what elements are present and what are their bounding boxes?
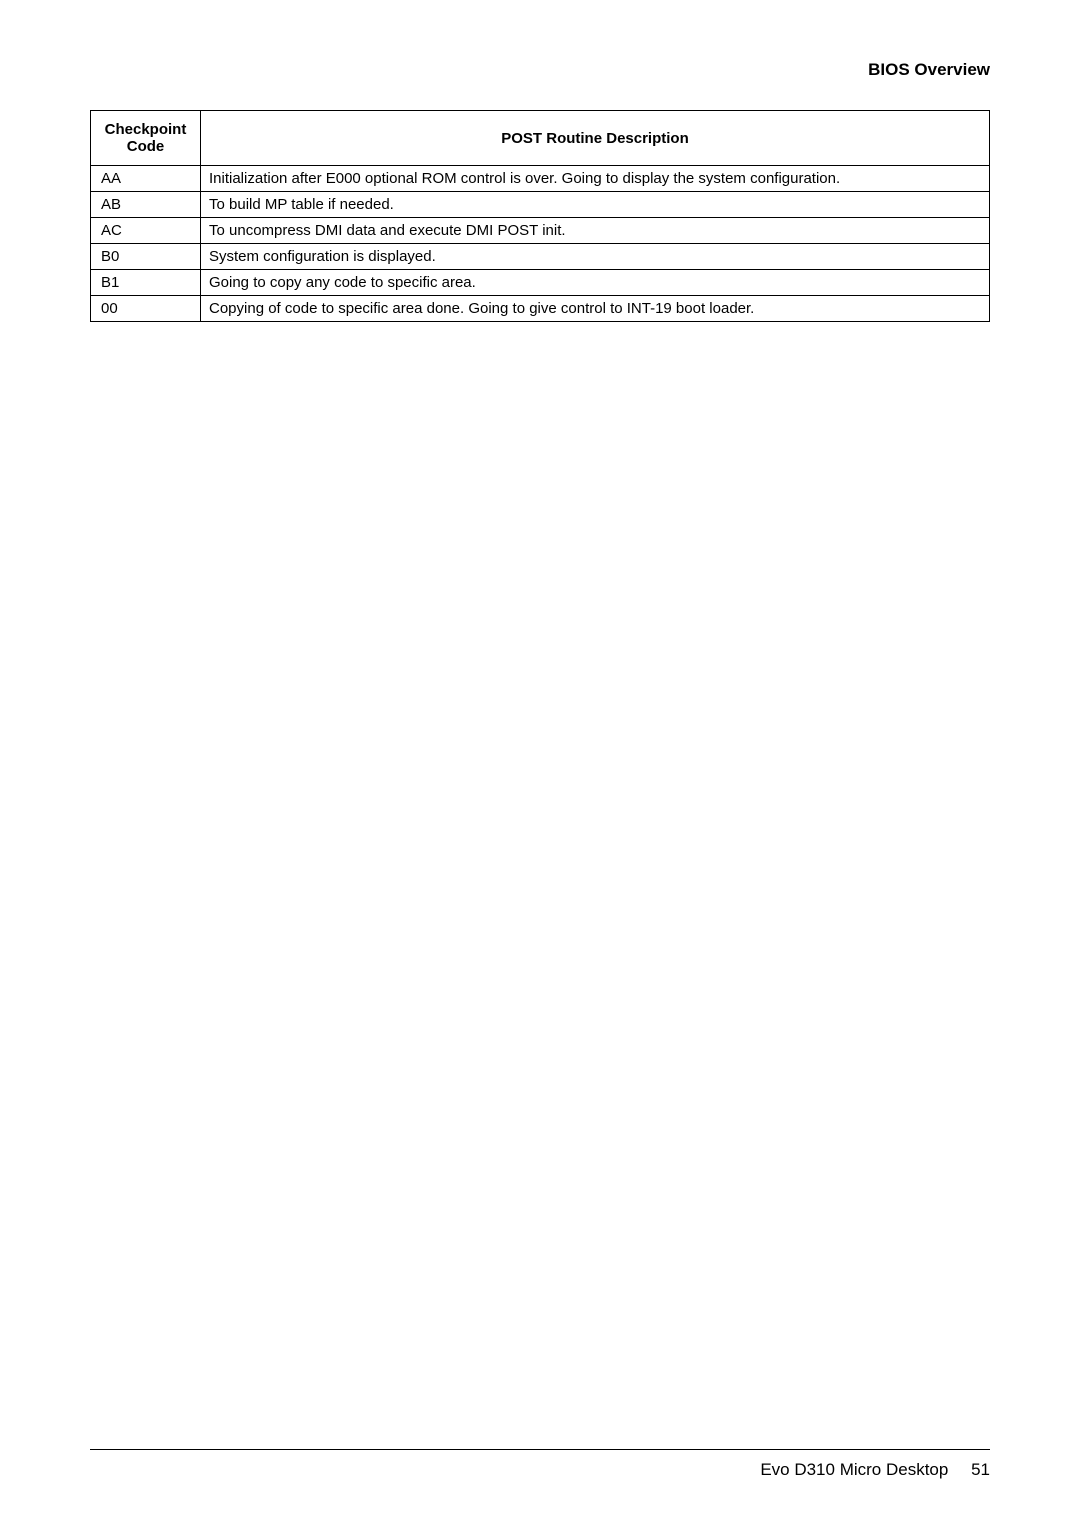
table-row: AA Initialization after E000 optional RO… <box>91 166 990 192</box>
desc-cell: Copying of code to specific area done. G… <box>201 296 990 322</box>
desc-cell: Going to copy any code to specific area. <box>201 270 990 296</box>
code-cell: AA <box>91 166 201 192</box>
footer-product: Evo D310 Micro Desktop <box>760 1460 948 1479</box>
header-checkpoint-code: Checkpoint Code <box>91 111 201 166</box>
desc-cell: System configuration is displayed. <box>201 244 990 270</box>
table-row: B0 System configuration is displayed. <box>91 244 990 270</box>
table-row: AC To uncompress DMI data and execute DM… <box>91 218 990 244</box>
code-cell: AB <box>91 192 201 218</box>
table-row: B1 Going to copy any code to specific ar… <box>91 270 990 296</box>
code-cell: AC <box>91 218 201 244</box>
section-header: BIOS Overview <box>90 60 990 80</box>
desc-cell: To uncompress DMI data and execute DMI P… <box>201 218 990 244</box>
footer-page-number: 51 <box>971 1460 990 1479</box>
code-cell: B0 <box>91 244 201 270</box>
table-row: AB To build MP table if needed. <box>91 192 990 218</box>
code-cell: 00 <box>91 296 201 322</box>
code-cell: B1 <box>91 270 201 296</box>
header-post-description: POST Routine Description <box>201 111 990 166</box>
table-row: 00 Copying of code to specific area done… <box>91 296 990 322</box>
desc-cell: Initialization after E000 optional ROM c… <box>201 166 990 192</box>
page-footer: Evo D310 Micro Desktop 51 <box>90 1449 990 1480</box>
post-codes-table: Checkpoint Code POST Routine Description… <box>90 110 990 322</box>
desc-cell: To build MP table if needed. <box>201 192 990 218</box>
table-header-row: Checkpoint Code POST Routine Description <box>91 111 990 166</box>
